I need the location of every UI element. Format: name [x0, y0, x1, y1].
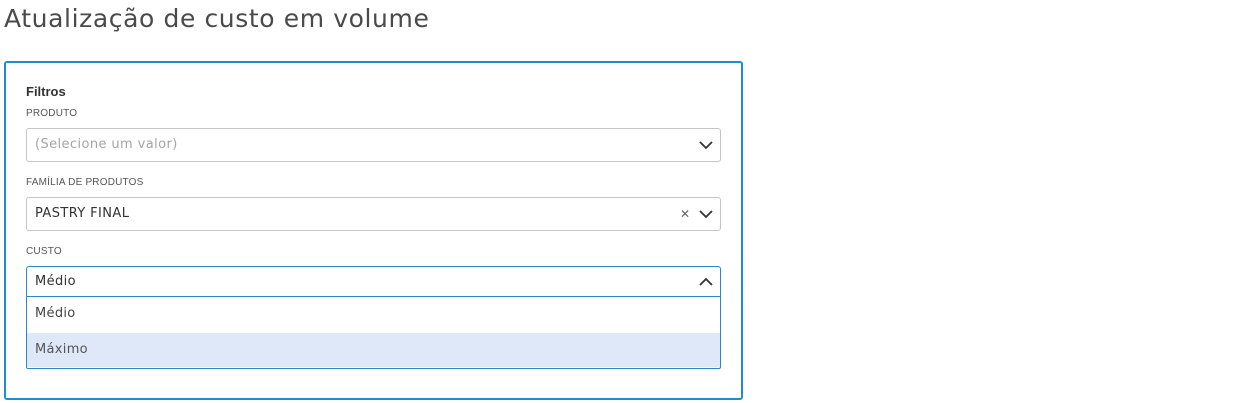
chevron-down-icon	[699, 141, 713, 150]
familia-select[interactable]: PASTRY FINAL ✕	[26, 197, 721, 231]
custo-option-maximo[interactable]: Máximo	[27, 333, 720, 367]
custo-value: Médio	[35, 274, 77, 289]
custo-select[interactable]: Médio	[26, 266, 721, 297]
familia-label: FAMÍLIA DE PRODUTOS	[26, 177, 144, 188]
chevron-down-icon	[699, 210, 713, 219]
filters-panel: Filtros PRODUTO (Selecione um valor) FAM…	[4, 61, 743, 400]
produto-select[interactable]: (Selecione um valor)	[26, 128, 721, 162]
produto-label: PRODUTO	[26, 108, 78, 119]
custo-label: CUSTO	[26, 246, 62, 257]
custo-dropdown: Médio Máximo	[26, 297, 721, 369]
page-title: Atualização de custo em volume	[4, 4, 430, 33]
custo-option-medio[interactable]: Médio	[27, 297, 720, 331]
close-icon[interactable]: ✕	[678, 207, 692, 221]
filters-title: Filtros	[26, 84, 66, 99]
chevron-up-icon	[699, 277, 713, 286]
familia-value: PASTRY FINAL	[35, 206, 130, 221]
produto-placeholder: (Selecione um valor)	[35, 137, 178, 152]
